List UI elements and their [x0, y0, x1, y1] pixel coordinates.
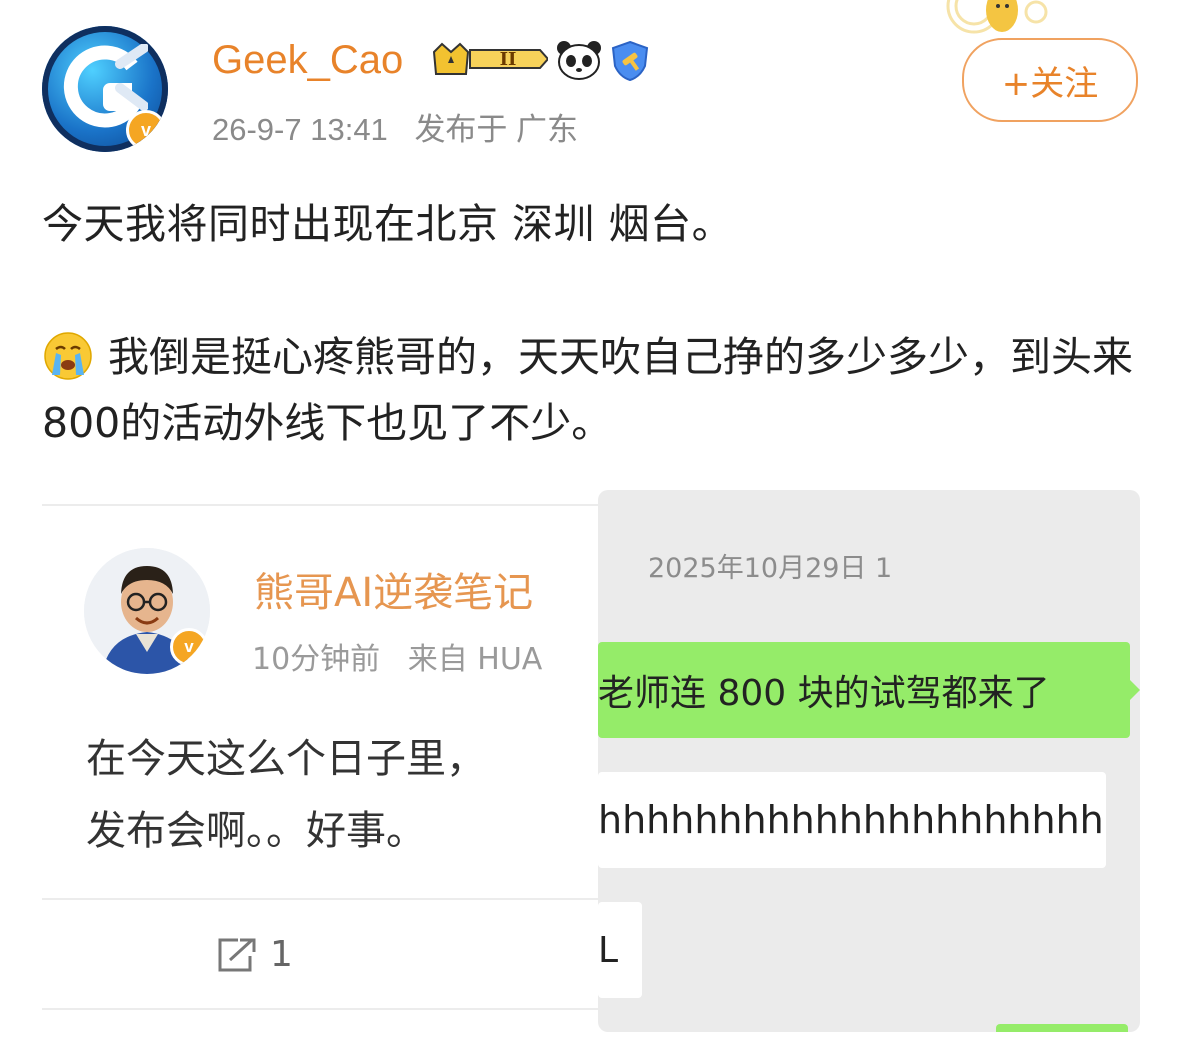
chat-screenshot: 2025年10月29日 1 老师连 800 块的试驾都来了 hhhhhhhhhh…: [598, 490, 1140, 1032]
verified-icon: v: [170, 628, 208, 666]
divider: [42, 898, 598, 900]
verified-icon: v: [126, 110, 166, 150]
embedded-author-avatar: v: [84, 548, 210, 674]
chat-bubble-received: L: [598, 902, 642, 998]
chat-bubble-received: hhhhhhhhhhhhhhhhhhhhhh: [598, 772, 1106, 868]
share-icon: [218, 938, 256, 971]
chat-bubble-tail: [1128, 678, 1140, 702]
shield-icon: [610, 40, 650, 86]
chat-date: 2025年10月29日 1: [648, 553, 893, 584]
post-location: 发布于 广东: [414, 112, 579, 147]
embedded-post-meta: 10分钟前 来自 HUA: [252, 634, 542, 678]
level-text: II: [500, 49, 517, 70]
chat-bubble-sent: 老师连 800 块的试驾都来了: [598, 642, 1130, 738]
post-text-line2: 我倒是挺心疼熊哥的，天天吹自己挣的多少多少，到头来800的活动外线下也见了不少。: [42, 333, 1133, 447]
embedded-post-time: 10分钟前: [252, 642, 381, 677]
share-count: 1: [270, 934, 293, 975]
divider: [42, 1008, 598, 1010]
panda-icon: [556, 40, 602, 84]
pikachu-decoration-icon: [944, 0, 1064, 34]
embedded-share-button: 1: [216, 934, 293, 975]
follow-button[interactable]: +关注: [962, 38, 1138, 122]
chat-bubble-sent-partial: [996, 1024, 1128, 1032]
username[interactable]: Geek_Cao: [212, 38, 403, 83]
crown-level-badge-icon: II: [432, 40, 550, 78]
post-timestamp: 26-9-7 13:41: [212, 112, 388, 147]
crying-face-emoji: [44, 332, 92, 380]
user-avatar[interactable]: v: [42, 26, 168, 152]
embedded-post-text-line2: 发布会啊。。好事。: [86, 808, 426, 854]
post-text-line1: 今天我将同时出现在北京 深圳 烟台。: [42, 200, 734, 248]
embedded-author-name: 熊哥AI逆袭笔记: [254, 570, 534, 616]
post-meta: 26-9-7 13:41 发布于 广东: [212, 104, 578, 149]
embedded-post-text-line1: 在今天这么个日子里，: [86, 736, 486, 782]
post-text-paragraph: 我倒是挺心疼熊哥的，天天吹自己挣的多少多少，到头来800的活动外线下也见了不少。: [42, 324, 1142, 456]
embedded-post-source: 来自 HUA: [407, 642, 543, 677]
embedded-post-screenshot: v 熊哥AI逆袭笔记 10分钟前 来自 HUA 在今天这么个日子里， 发布会啊。…: [42, 504, 598, 1036]
